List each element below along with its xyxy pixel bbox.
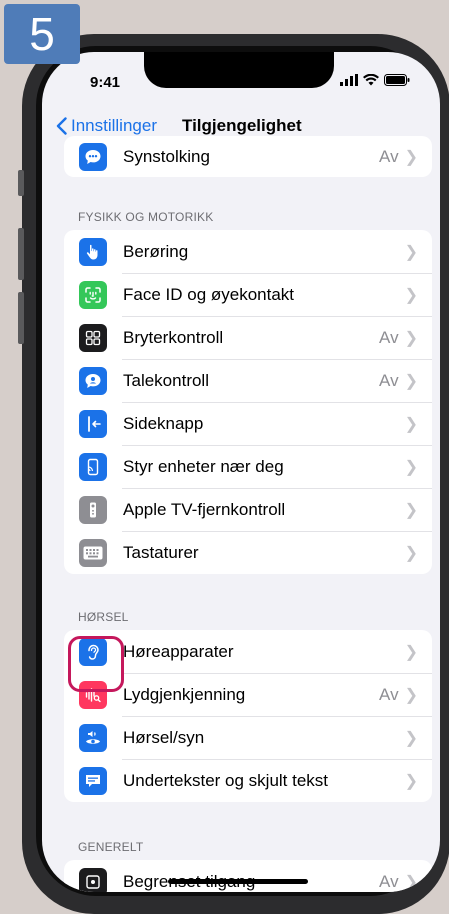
row-value: Av	[379, 871, 399, 891]
chevron-right-icon: ❯	[404, 772, 418, 790]
step-number-badge: 5	[4, 4, 80, 64]
row-label: Bryterkontroll	[123, 327, 224, 347]
list-item-face-id[interactable]: Face ID og øyekontakt ❯	[64, 273, 432, 316]
wifi-icon	[363, 74, 379, 86]
section-header-generelt: GENERELT	[78, 840, 144, 854]
volume-up-button	[18, 228, 24, 280]
chevron-right-icon: ❯	[404, 643, 418, 661]
highlight-ring	[68, 636, 124, 692]
tv-remote-icon	[79, 495, 107, 524]
list-item-tastaturer[interactable]: Tastaturer ❯	[64, 531, 432, 574]
chevron-right-icon: ❯	[404, 544, 418, 562]
row-label: Lydgjenkjenning	[123, 684, 246, 704]
touch-hand-icon	[79, 237, 107, 266]
section-header-horsel: HØRSEL	[78, 610, 129, 624]
chevron-right-icon: ❯	[404, 873, 418, 891]
row-label: Hørsel/syn	[123, 727, 205, 747]
general-group: Begrenset tilgang Av ❯	[64, 860, 432, 892]
list-item-sideknapp[interactable]: Sideknapp ❯	[64, 402, 432, 445]
audio-visual-icon	[79, 723, 107, 752]
chevron-right-icon: ❯	[404, 243, 418, 261]
keyboard-icon	[79, 538, 107, 567]
row-label: Apple TV-fjernkontroll	[123, 499, 286, 519]
section-header-fysikk: FYSIKK OG MOTORIKK	[78, 210, 214, 224]
list-item-beroring[interactable]: Berøring ❯	[64, 230, 432, 273]
list-item-talekontroll[interactable]: Talekontroll Av ❯	[64, 359, 432, 402]
chevron-right-icon: ❯	[404, 686, 418, 704]
list-item-bryterkontroll[interactable]: Bryterkontroll Av ❯	[64, 316, 432, 359]
side-button-icon	[79, 409, 107, 438]
chevron-right-icon: ❯	[404, 729, 418, 747]
row-label: Synstolking	[123, 146, 210, 166]
list-item-horsel-syn[interactable]: Hørsel/syn ❯	[64, 716, 432, 759]
face-id-icon	[79, 280, 107, 309]
chevron-right-icon: ❯	[404, 148, 418, 166]
list-item-apple-tv-remote[interactable]: Apple TV-fjernkontroll ❯	[64, 488, 432, 531]
row-value: Av	[379, 370, 399, 390]
guided-access-icon	[79, 867, 107, 892]
phone-screen: 9:41 Innstillinger Tilgjengelighet Synst…	[42, 52, 440, 892]
list-item-styr-enheter[interactable]: Styr enheter nær deg ❯	[64, 445, 432, 488]
row-label: Tastaturer	[123, 542, 199, 562]
chevron-right-icon: ❯	[404, 329, 418, 347]
chevron-right-icon: ❯	[404, 458, 418, 476]
row-label: Face ID og øyekontakt	[123, 284, 295, 304]
list-item-begrenset-tilgang[interactable]: Begrenset tilgang Av ❯	[64, 860, 432, 892]
mute-switch	[18, 170, 24, 196]
chevron-right-icon: ❯	[404, 415, 418, 433]
chevron-left-icon	[56, 117, 67, 135]
status-time: 9:41	[90, 74, 121, 91]
row-label: Styr enheter nær deg	[123, 456, 284, 476]
notch	[144, 52, 334, 88]
cellular-signal-icon	[340, 74, 358, 86]
chevron-right-icon: ❯	[404, 286, 418, 304]
list-item-synstolking[interactable]: Synstolking Av ❯	[64, 136, 432, 177]
row-value: Av	[379, 327, 399, 347]
nearby-devices-icon	[79, 452, 107, 481]
row-label: Talekontroll	[123, 370, 209, 390]
battery-icon	[384, 74, 410, 86]
row-value: Av	[379, 684, 399, 704]
switch-control-icon	[79, 323, 107, 352]
audio-description-icon	[79, 142, 107, 171]
page-title: Tilgjengelighet	[182, 116, 302, 135]
back-button-label: Innstillinger	[71, 116, 157, 135]
subtitles-icon	[79, 766, 107, 795]
row-label: Undertekster og skjult tekst	[123, 770, 329, 790]
row-value: Av	[379, 146, 399, 166]
voice-control-icon	[79, 366, 107, 395]
physical-motor-group: Berøring ❯ Face ID og øyekontakt ❯ Bryte…	[64, 230, 432, 574]
chevron-right-icon: ❯	[404, 501, 418, 519]
row-label: Sideknapp	[123, 413, 204, 433]
vision-group: Synstolking Av ❯	[64, 136, 432, 177]
volume-down-button	[18, 292, 24, 344]
row-label: Berøring	[123, 241, 189, 261]
home-indicator	[168, 879, 308, 884]
list-item-undertekster[interactable]: Undertekster og skjult tekst ❯	[64, 759, 432, 802]
row-label: Høreapparater	[123, 641, 234, 661]
chevron-right-icon: ❯	[404, 372, 418, 390]
back-button[interactable]: Innstillinger	[56, 116, 157, 136]
